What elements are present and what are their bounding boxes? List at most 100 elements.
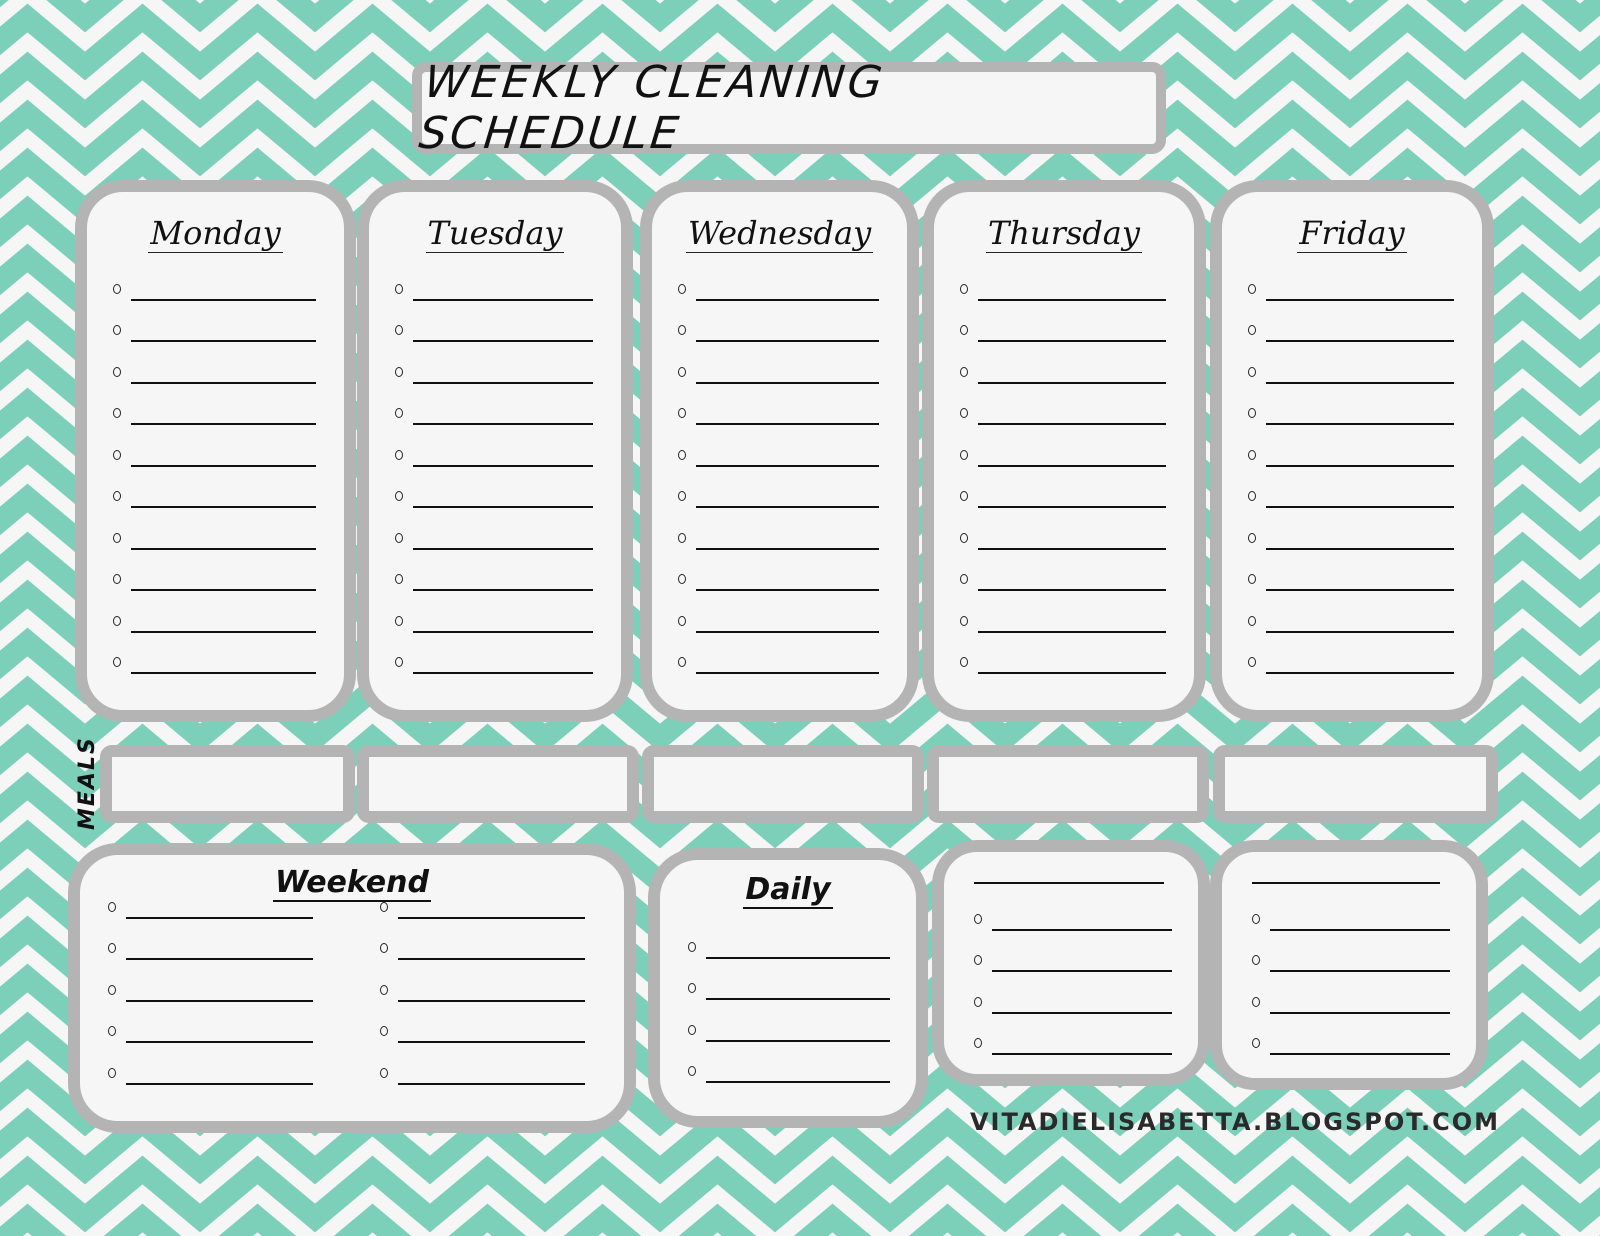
- day-task-item[interactable]: [960, 470, 1166, 512]
- checkbox-circle-icon[interactable]: [395, 408, 403, 418]
- daily-task-item[interactable]: [688, 1003, 890, 1045]
- write-in-line[interactable]: [978, 630, 1166, 633]
- write-in-line[interactable]: [978, 340, 1166, 342]
- write-in-line[interactable]: [706, 998, 890, 1000]
- day-task-item[interactable]: [960, 511, 1166, 553]
- write-in-line[interactable]: [131, 547, 316, 550]
- write-in-line[interactable]: [398, 1041, 585, 1043]
- write-in-line[interactable]: [413, 589, 593, 591]
- day-task-item[interactable]: [960, 304, 1166, 346]
- write-in-line[interactable]: [126, 1041, 313, 1043]
- weekend-task-item[interactable]: [108, 963, 313, 1005]
- day-task-item[interactable]: [678, 470, 879, 512]
- custom-list-title-line-1[interactable]: [974, 882, 1164, 884]
- write-in-line[interactable]: [992, 1053, 1172, 1055]
- checkbox-circle-icon[interactable]: [678, 408, 686, 418]
- meal-input-wednesday[interactable]: [642, 745, 924, 823]
- day-task-item[interactable]: [1248, 553, 1454, 595]
- write-in-line[interactable]: [696, 589, 879, 591]
- checkbox-circle-icon[interactable]: [960, 491, 968, 501]
- weekend-task-item[interactable]: [380, 1005, 585, 1047]
- write-in-line[interactable]: [696, 381, 879, 384]
- day-task-item[interactable]: [678, 428, 879, 470]
- write-in-line[interactable]: [1270, 970, 1450, 972]
- day-task-item[interactable]: [1248, 636, 1454, 678]
- checkbox-circle-icon[interactable]: [395, 449, 403, 460]
- day-task-item[interactable]: [1248, 262, 1454, 304]
- write-in-line[interactable]: [696, 506, 879, 508]
- day-task-item[interactable]: [678, 262, 879, 304]
- checkbox-circle-icon[interactable]: [395, 325, 403, 335]
- custom-task-item[interactable]: [974, 975, 1172, 1017]
- day-task-item[interactable]: [395, 636, 593, 678]
- checkbox-circle-icon[interactable]: [1248, 408, 1256, 418]
- day-task-item[interactable]: [678, 511, 879, 553]
- day-task-item[interactable]: [395, 345, 593, 387]
- write-in-line[interactable]: [978, 298, 1166, 301]
- checkbox-circle-icon[interactable]: [113, 449, 121, 460]
- write-in-line[interactable]: [1266, 672, 1454, 674]
- write-in-line[interactable]: [413, 547, 593, 550]
- checkbox-circle-icon[interactable]: [678, 283, 686, 294]
- write-in-line[interactable]: [398, 916, 585, 919]
- meal-input-thursday[interactable]: [927, 745, 1209, 823]
- checkbox-circle-icon[interactable]: [395, 657, 403, 667]
- write-in-line[interactable]: [413, 630, 593, 633]
- write-in-line[interactable]: [126, 916, 313, 919]
- write-in-line[interactable]: [126, 999, 313, 1002]
- write-in-line[interactable]: [398, 1082, 585, 1085]
- checkbox-circle-icon[interactable]: [678, 325, 686, 335]
- write-in-line[interactable]: [413, 464, 593, 467]
- checkbox-circle-icon[interactable]: [380, 1026, 388, 1036]
- checkbox-circle-icon[interactable]: [1252, 913, 1260, 924]
- write-in-line[interactable]: [1266, 340, 1454, 342]
- checkbox-circle-icon[interactable]: [395, 532, 403, 543]
- write-in-line[interactable]: [696, 423, 879, 425]
- weekend-task-item[interactable]: [108, 1046, 313, 1088]
- write-in-line[interactable]: [131, 506, 316, 508]
- daily-task-item[interactable]: [688, 1045, 890, 1087]
- write-in-line[interactable]: [696, 464, 879, 467]
- checkbox-circle-icon[interactable]: [1252, 955, 1260, 965]
- checkbox-circle-icon[interactable]: [1248, 325, 1256, 335]
- write-in-line[interactable]: [1266, 630, 1454, 633]
- checkbox-circle-icon[interactable]: [1248, 532, 1256, 543]
- checkbox-circle-icon[interactable]: [108, 901, 116, 912]
- checkbox-circle-icon[interactable]: [678, 449, 686, 460]
- checkbox-circle-icon[interactable]: [1248, 449, 1256, 460]
- write-in-line[interactable]: [1266, 423, 1454, 425]
- write-in-line[interactable]: [978, 672, 1166, 674]
- write-in-line[interactable]: [131, 672, 316, 674]
- day-task-item[interactable]: [1248, 345, 1454, 387]
- write-in-line[interactable]: [1266, 464, 1454, 467]
- meal-input-friday[interactable]: [1213, 745, 1498, 823]
- day-task-item[interactable]: [395, 304, 593, 346]
- write-in-line[interactable]: [413, 298, 593, 301]
- day-task-item[interactable]: [960, 428, 1166, 470]
- write-in-line[interactable]: [413, 340, 593, 342]
- checkbox-circle-icon[interactable]: [1248, 366, 1256, 377]
- custom-task-item[interactable]: [974, 934, 1172, 976]
- checkbox-circle-icon[interactable]: [960, 657, 968, 667]
- write-in-line[interactable]: [1270, 1011, 1450, 1014]
- checkbox-circle-icon[interactable]: [113, 532, 121, 543]
- day-task-item[interactable]: [113, 262, 316, 304]
- checkbox-circle-icon[interactable]: [113, 325, 121, 335]
- write-in-line[interactable]: [706, 1081, 890, 1083]
- day-task-item[interactable]: [960, 594, 1166, 636]
- day-task-item[interactable]: [678, 304, 879, 346]
- checkbox-circle-icon[interactable]: [395, 574, 403, 584]
- day-task-item[interactable]: [113, 387, 316, 429]
- day-task-item[interactable]: [678, 636, 879, 678]
- day-task-item[interactable]: [960, 387, 1166, 429]
- day-task-item[interactable]: [1248, 387, 1454, 429]
- checkbox-circle-icon[interactable]: [1252, 1038, 1260, 1048]
- write-in-line[interactable]: [1266, 547, 1454, 550]
- write-in-line[interactable]: [131, 464, 316, 467]
- write-in-line[interactable]: [413, 672, 593, 674]
- checkbox-circle-icon[interactable]: [395, 366, 403, 377]
- write-in-line[interactable]: [706, 1039, 890, 1042]
- write-in-line[interactable]: [696, 547, 879, 550]
- checkbox-circle-icon[interactable]: [960, 615, 968, 626]
- day-task-item[interactable]: [960, 636, 1166, 678]
